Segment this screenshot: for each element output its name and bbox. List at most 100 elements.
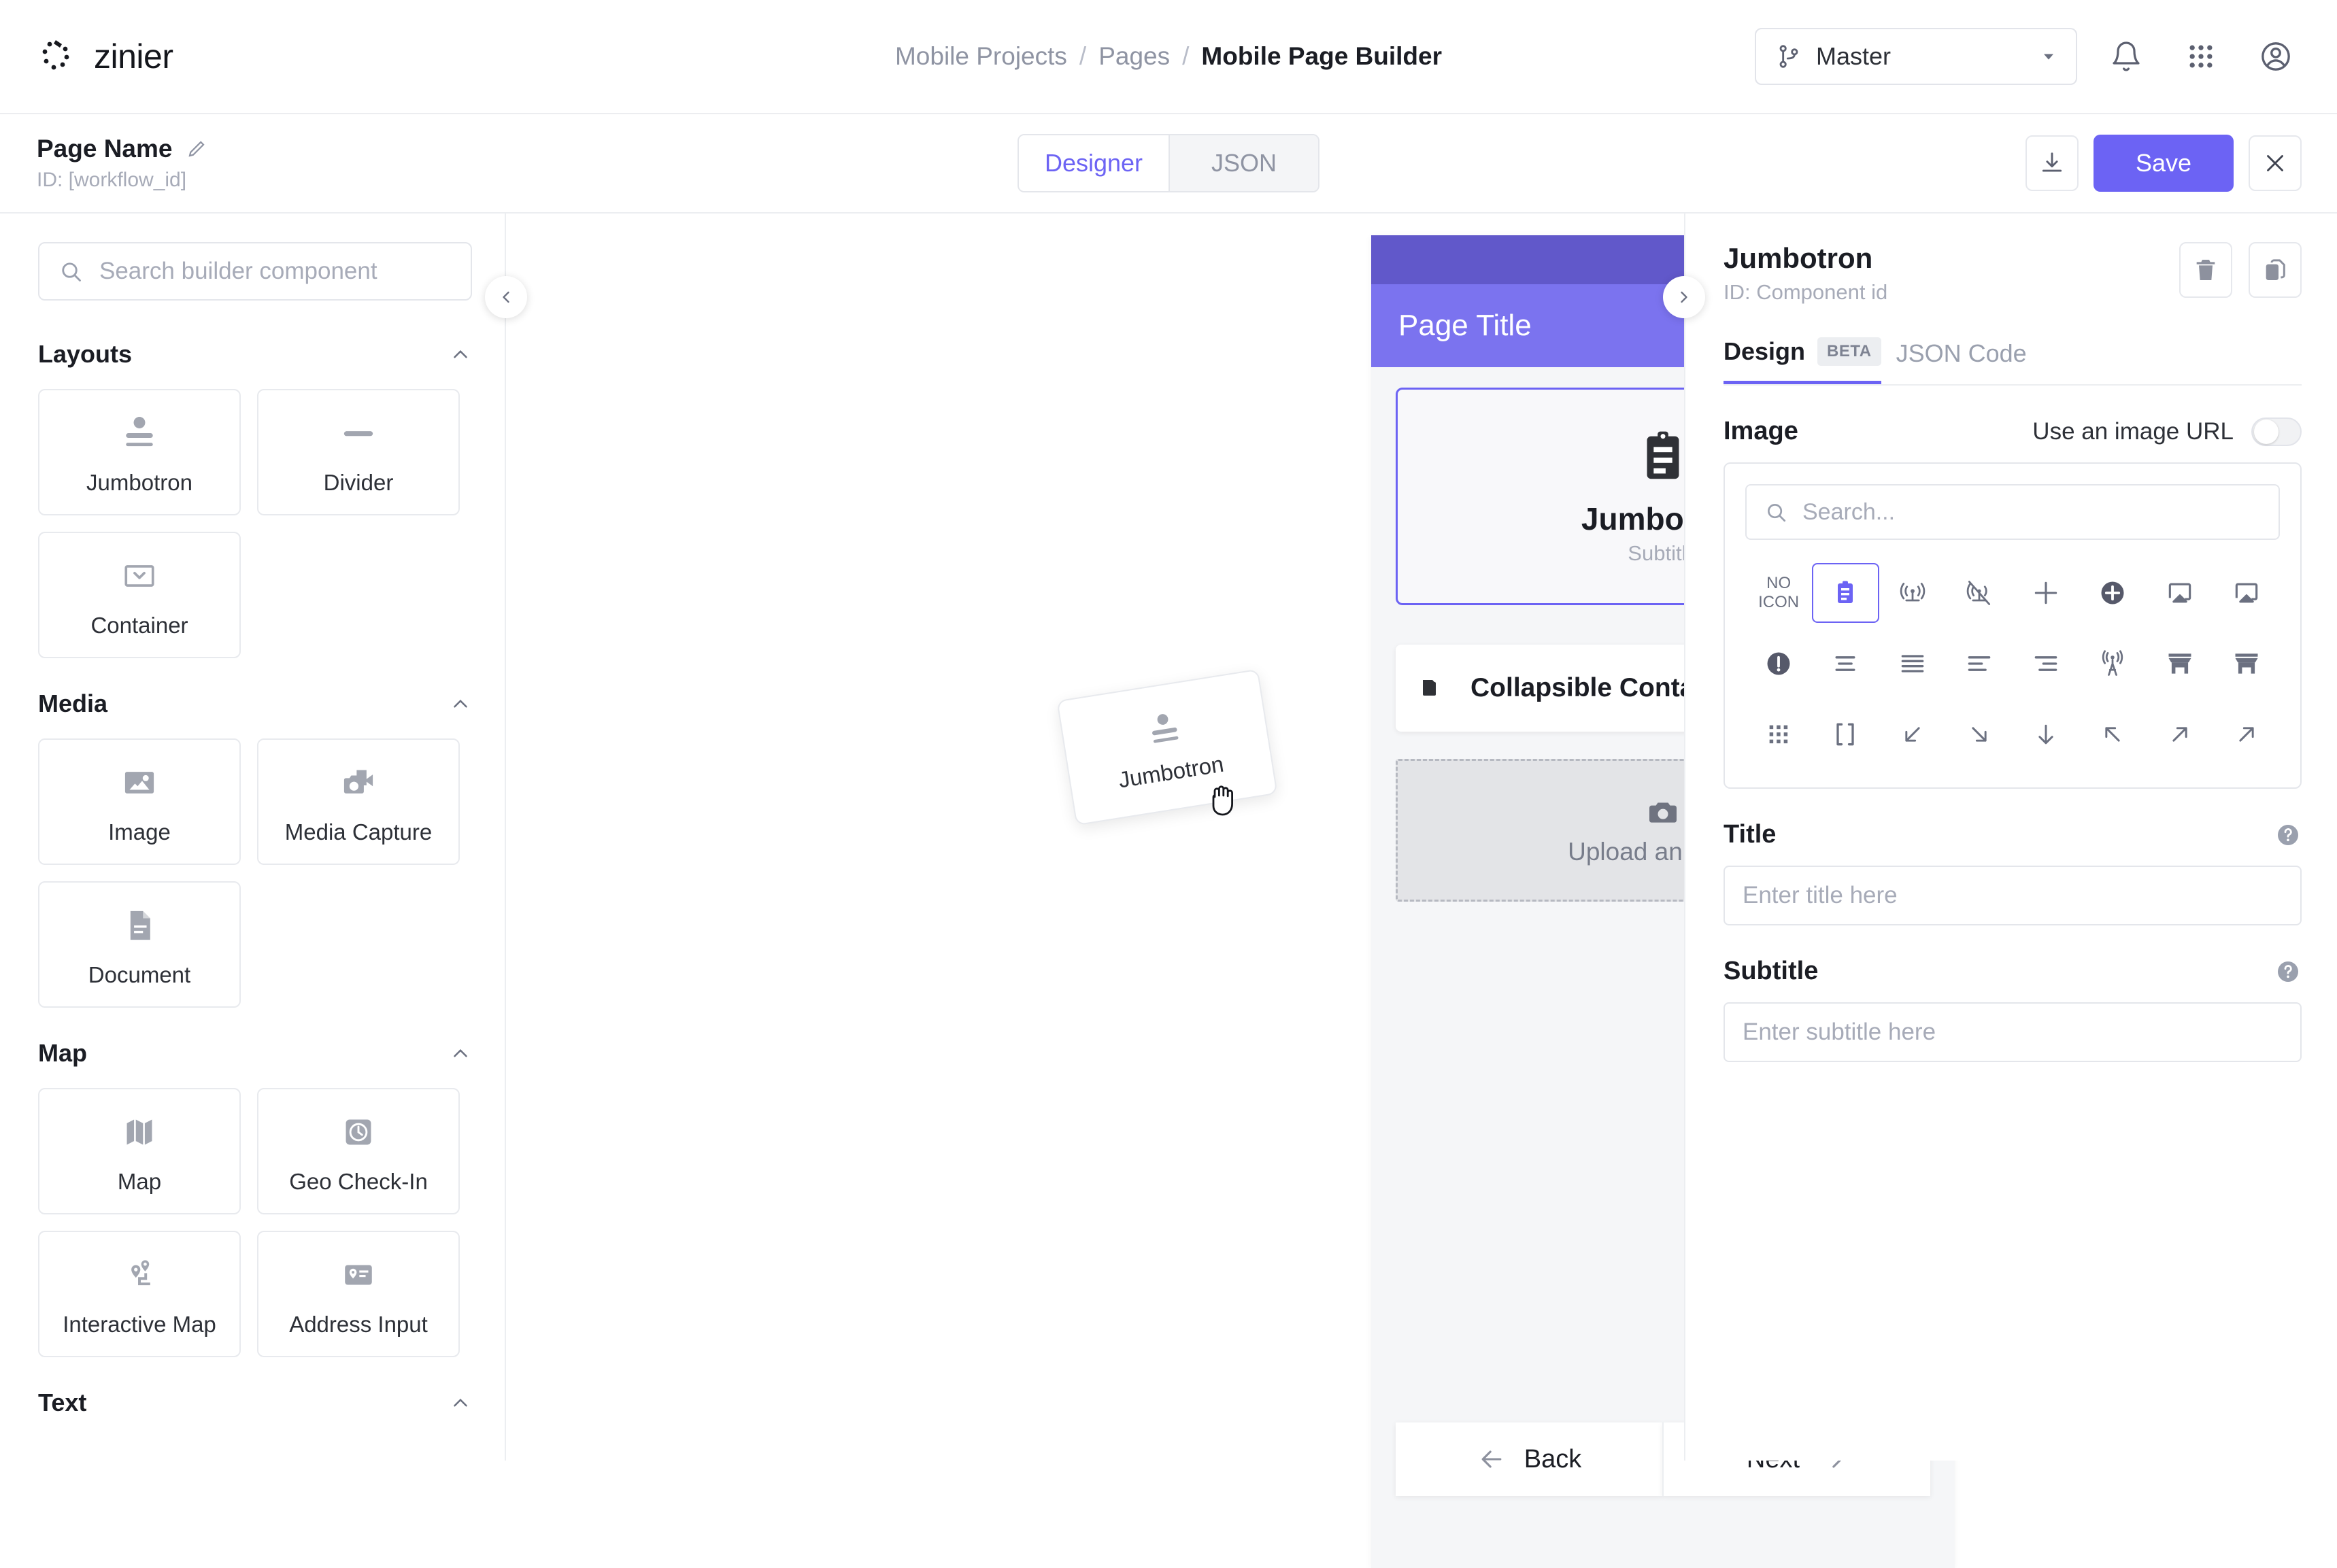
component-grid-map: Map Geo Check-In Interactive Map Address… (38, 1088, 472, 1357)
icon-cell-awning-outline[interactable] (2213, 634, 2280, 694)
component-label: Map (117, 1169, 162, 1194)
chevron-up-icon (449, 1042, 472, 1065)
branch-selector[interactable]: Master (1755, 28, 2077, 85)
chevron-up-icon (449, 1391, 472, 1414)
subtitle-input[interactable]: Enter subtitle here (1724, 1002, 2302, 1062)
title-input[interactable]: Enter title here (1724, 866, 2302, 925)
icon-cell-align-left[interactable] (1946, 634, 2013, 694)
section-header-media[interactable]: Media (38, 689, 472, 718)
component-grid-layouts: Jumbotron Divider Container (38, 389, 472, 658)
component-label: Jumbotron (86, 470, 192, 495)
divider-icon (337, 409, 380, 458)
arrow-down-icon (2031, 719, 2061, 749)
zinier-dots-logo-icon (37, 35, 79, 78)
account-button[interactable] (2250, 31, 2302, 82)
icon-cell-alert-circle[interactable] (1745, 634, 1812, 694)
search-icon (58, 259, 83, 284)
page-title: Page Name (37, 135, 173, 163)
tab-design[interactable]: Design BETA (1724, 337, 1881, 384)
component-card-image[interactable]: Image (38, 738, 241, 865)
interactive-map-icon (120, 1250, 159, 1299)
back-button[interactable]: Back (1396, 1422, 1662, 1496)
icon-cell-apps-grid[interactable] (1745, 704, 1812, 764)
icon-cell-arrow-top-right[interactable] (2213, 704, 2280, 764)
component-card-media-capture[interactable]: Media Capture (257, 738, 460, 865)
no-icon-label: NO ICON (1758, 574, 1800, 611)
icon-cell-arrow-up-right[interactable] (2147, 704, 2213, 764)
icon-cell-access-point[interactable] (1879, 563, 1946, 623)
align-left-icon (1964, 649, 1994, 679)
section-header-text[interactable]: Text (38, 1388, 472, 1417)
bell-icon (2110, 40, 2142, 73)
page-meta: Page Name ID: [workflow_id] (37, 135, 207, 192)
save-button[interactable]: Save (2094, 135, 2234, 192)
section-title-map: Map (38, 1039, 87, 1067)
component-label: Divider (323, 470, 394, 495)
icon-cell-align-justify[interactable] (1879, 634, 1946, 694)
section-header-layouts[interactable]: Layouts (38, 340, 472, 369)
icon-cell-airplay[interactable] (2147, 563, 2213, 623)
icon-cell-arrow-down-right[interactable] (1946, 704, 2013, 764)
chevron-left-icon (497, 288, 516, 307)
icon-cell-align-center[interactable] (1812, 634, 1879, 694)
icon-cell-no-icon[interactable]: NO ICON (1745, 563, 1812, 623)
section-title-layouts: Layouts (38, 340, 133, 368)
tab-json[interactable]: JSON (1168, 135, 1318, 191)
duplicate-component-button[interactable] (2249, 242, 2302, 298)
component-card-interactive-map[interactable]: Interactive Map (38, 1231, 241, 1357)
user-circle-icon (2259, 39, 2293, 73)
beta-badge: BETA (1817, 337, 1881, 366)
plus-icon (2031, 578, 2061, 608)
collapse-right-panel-button[interactable] (1663, 276, 1705, 318)
arrow-up-right-icon (2165, 719, 2195, 749)
icon-cell-arrow-up-left[interactable] (2079, 704, 2146, 764)
icon-cell-align-right[interactable] (2013, 634, 2079, 694)
help-circle-icon[interactable] (2274, 821, 2302, 849)
media-capture-icon (339, 758, 378, 807)
icon-cell-antenna-tower[interactable] (2079, 634, 2146, 694)
breadcrumb-item-mobile-projects[interactable]: Mobile Projects (895, 42, 1067, 71)
icon-cell-plus[interactable] (2013, 563, 2079, 623)
icon-cell-arrow-down[interactable] (2013, 704, 2079, 764)
icon-cell-access-point-off[interactable] (1946, 563, 2013, 623)
icon-cell-arrow-down-left[interactable] (1879, 704, 1946, 764)
icon-search-input[interactable]: Search... (1745, 484, 2280, 540)
notifications-button[interactable] (2100, 31, 2152, 82)
breadcrumb-item-pages[interactable]: Pages (1098, 42, 1170, 71)
page-builder-app: zinier Mobile Projects / Pages / Mobile … (0, 0, 2337, 1568)
apps-menu-button[interactable] (2175, 31, 2227, 82)
delete-component-button[interactable] (2179, 242, 2232, 298)
download-button[interactable] (2025, 135, 2079, 191)
icon-cell-clipboard[interactable] (1812, 563, 1879, 623)
icon-cell-plus-circle[interactable] (2079, 563, 2146, 623)
brand-name: zinier (94, 37, 173, 75)
tab-json-code[interactable]: JSON Code (1896, 339, 2027, 383)
sub-header: Page Name ID: [workflow_id] Designer JSO… (0, 114, 2337, 214)
brand-logo[interactable]: zinier (37, 35, 173, 78)
component-card-address-input[interactable]: Address Input (257, 1231, 460, 1357)
use-image-url-toggle[interactable] (2251, 417, 2302, 446)
section-header-map[interactable]: Map (38, 1039, 472, 1068)
component-card-container[interactable]: Container (38, 532, 241, 658)
icon-cell-airplay-alt[interactable] (2213, 563, 2280, 623)
component-card-divider[interactable]: Divider (257, 389, 460, 515)
container-icon (118, 551, 161, 600)
help-circle-icon[interactable] (2274, 958, 2302, 985)
git-branch-icon (1775, 43, 1802, 70)
search-builder-component-input[interactable]: Search builder component (38, 242, 472, 301)
collapse-left-panel-button[interactable] (485, 276, 527, 318)
icon-cell-awning[interactable] (2147, 634, 2213, 694)
pencil-icon[interactable] (186, 139, 207, 159)
title-label: Title (1724, 820, 1777, 849)
folder-icon (1419, 672, 1451, 704)
component-card-geo-checkin[interactable]: Geo Check-In (257, 1088, 460, 1214)
icon-cell-brackets[interactable] (1812, 704, 1879, 764)
close-button[interactable] (2249, 135, 2302, 191)
component-card-jumbotron[interactable]: Jumbotron (38, 389, 241, 515)
copy-icon (2262, 256, 2289, 284)
tab-designer[interactable]: Designer (1019, 135, 1168, 191)
component-card-document[interactable]: Document (38, 881, 241, 1008)
component-card-map[interactable]: Map (38, 1088, 241, 1214)
use-image-url-label: Use an image URL (2032, 417, 2234, 445)
component-label: Container (90, 613, 188, 638)
